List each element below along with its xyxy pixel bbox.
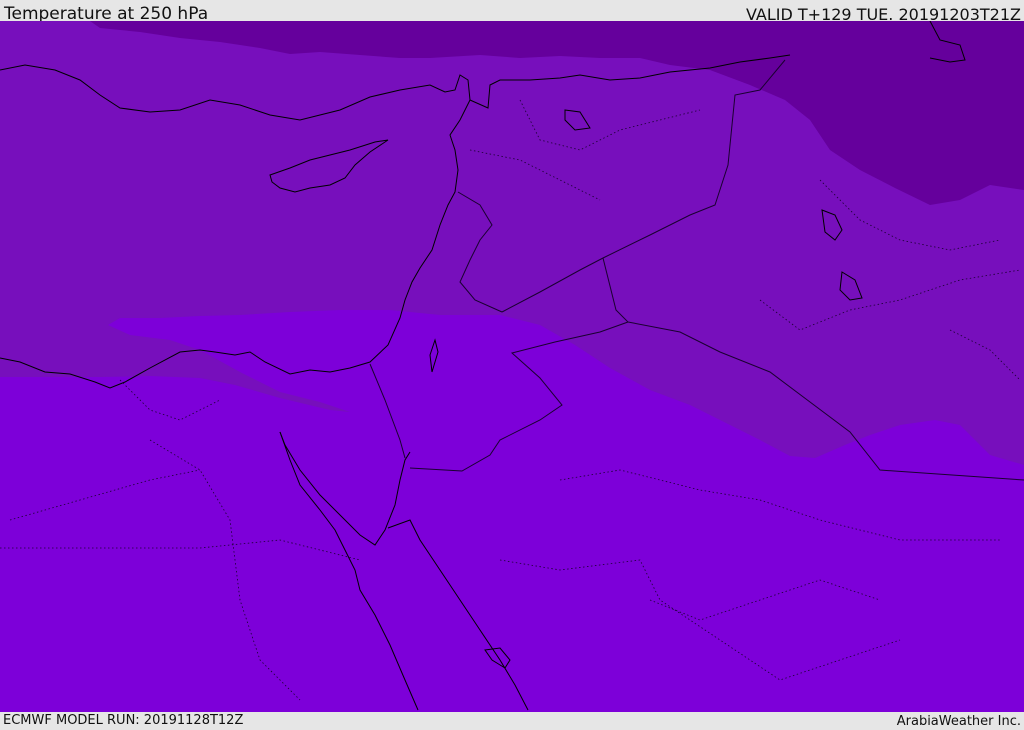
footer-bar: ECMWF MODEL RUN: 20191128T12Z ArabiaWeat… — [0, 712, 1024, 729]
map-svg — [0, 21, 1024, 712]
credit-label: ArabiaWeather Inc. — [896, 714, 1021, 729]
model-run-label: ECMWF MODEL RUN: 20191128T12Z — [3, 713, 244, 728]
header-bar: Temperature at 250 hPa VALID T+129 TUE. … — [0, 0, 1024, 24]
weather-map — [0, 21, 1024, 712]
